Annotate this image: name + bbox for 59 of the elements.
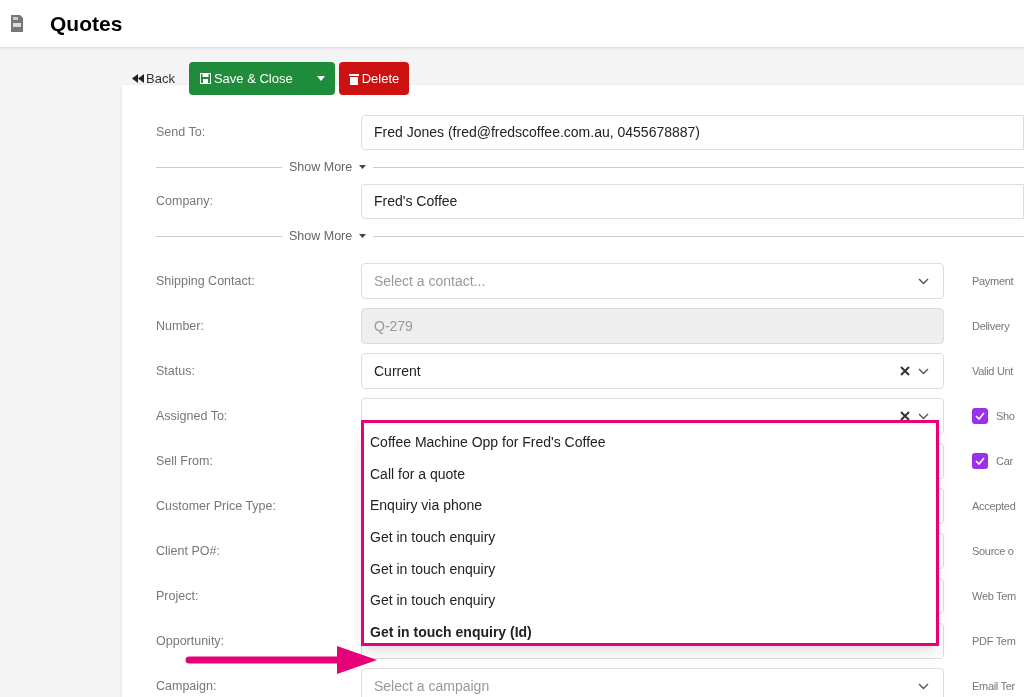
select-field[interactable]: Current: [361, 353, 944, 389]
caret-icon: [359, 234, 367, 238]
caret-icon: [316, 76, 325, 81]
dropdown-option[interactable]: Get in touch enquiry: [364, 553, 936, 585]
field-label: Accepted: [972, 498, 1016, 514]
field-label: PDF Tem: [972, 633, 1016, 649]
checkbox-label: Sho: [996, 408, 1015, 424]
dropdown-option[interactable]: Call for a quote: [364, 458, 936, 491]
save-close-button[interactable]: Save & Close: [188, 62, 307, 95]
checkmark-icon: [975, 457, 985, 465]
back-button[interactable]: Back: [122, 62, 185, 95]
field-label: Campaign:: [156, 677, 218, 695]
field-label: Email Ter: [972, 678, 1015, 694]
checkmark-icon: [975, 412, 985, 420]
field-label: Company:: [156, 193, 214, 211]
dropdown-option[interactable]: Get in touch enquiry (Id): [364, 616, 936, 643]
chevron-down-icon: [918, 277, 929, 285]
chevron-down-icon: [918, 367, 929, 375]
field-label: Status:: [156, 362, 196, 380]
show-more-toggle[interactable]: Show More: [282, 157, 374, 177]
clear-icon: [900, 366, 910, 376]
field-label: Valid Unt: [972, 363, 1014, 379]
field-label: Send To:: [156, 124, 207, 142]
delete-button[interactable]: Delete: [338, 62, 410, 95]
show-more-toggle[interactable]: Show More: [282, 226, 374, 246]
readonly-field: Q-279: [361, 308, 944, 344]
field-label: Opportunity:: [156, 632, 226, 650]
trash-icon: [348, 72, 359, 85]
field-label: Project:: [156, 587, 200, 605]
field-label: Web Tem: [972, 588, 1016, 604]
field-label: Sell From:: [156, 452, 214, 470]
field-label: Customer Price Type:: [156, 497, 277, 515]
checkbox-label: Car: [996, 453, 1013, 469]
chevron-down-icon: [918, 682, 929, 690]
save-icon: [199, 73, 211, 84]
caret-icon: [359, 165, 367, 169]
text-field[interactable]: Fred Jones (fred@fredscoffee.com.au, 0455678887): [361, 115, 1024, 150]
chevron-down-icon: [918, 412, 929, 420]
field-label: Delivery: [972, 318, 1010, 334]
select-value: Current: [374, 361, 422, 381]
document-icon: [10, 14, 24, 33]
dropdown-option[interactable]: Get in touch enquiry: [364, 584, 936, 617]
field-label: Source o: [972, 543, 1014, 559]
text-field[interactable]: Fred's Coffee: [361, 184, 1024, 219]
dropdown-option[interactable]: Coffee Machine Opp for Fred's Coffee: [364, 427, 936, 459]
select-placeholder: Select a contact...: [374, 271, 487, 291]
field-label: Assigned To:: [156, 407, 229, 425]
field-label: Payment: [972, 273, 1014, 289]
page-title: Quotes: [50, 10, 123, 37]
dropdown-option[interactable]: Enquiry via phone: [364, 490, 936, 522]
checkbox[interactable]: [972, 408, 988, 424]
dropdown-option[interactable]: Get in touch enquiry: [364, 521, 936, 554]
select-placeholder: Select a campaign: [374, 676, 491, 696]
clear-icon: [900, 411, 910, 421]
checkbox[interactable]: [972, 453, 988, 469]
field-label: Number:: [156, 317, 205, 335]
rewind-icon: [132, 74, 144, 83]
field-label: Shipping Contact:: [156, 272, 256, 290]
field-label: Client PO#:: [156, 542, 221, 560]
